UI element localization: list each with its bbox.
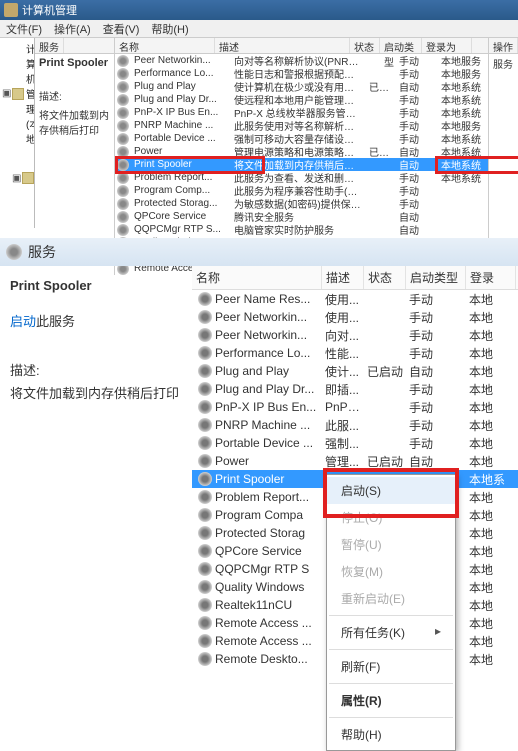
start-service-link[interactable]: 启动	[10, 314, 36, 329]
gear-icon	[117, 211, 129, 223]
col-start[interactable]: 启动类型	[380, 38, 422, 53]
gear-icon	[117, 172, 129, 184]
gear-icon	[198, 544, 212, 558]
gear-icon	[198, 580, 212, 594]
menu-help[interactable]: 帮助(H)	[151, 21, 188, 37]
gear-icon	[198, 364, 212, 378]
gear-icon	[198, 400, 212, 414]
col-logon[interactable]: 登录为	[422, 38, 472, 53]
gear-icon	[117, 55, 129, 67]
gear-icon	[117, 133, 129, 145]
gear-icon	[198, 292, 212, 306]
menu-resume: 恢复(M)	[327, 558, 455, 585]
col-status[interactable]: 状态	[350, 38, 380, 53]
menu-properties[interactable]: 属性(R)	[327, 687, 455, 714]
gear-icon	[198, 616, 212, 630]
gear-icon	[198, 652, 212, 666]
menu-sep	[329, 683, 453, 684]
detail-desc-text: 将文件加载到内存供稍后打印	[10, 383, 182, 402]
service-row[interactable]: Plug and Play使计...已启动自动本地	[192, 362, 518, 380]
menu-sep	[329, 717, 453, 718]
service-row[interactable]: Plug and Play Dr...即插...手动本地	[192, 380, 518, 398]
service-row[interactable]: PnP-X IP Bus En...PnP-...手动本地	[192, 398, 518, 416]
start-service-line: 启动此服务	[10, 311, 182, 330]
gear-icon	[198, 418, 212, 432]
nav-tree[interactable]: ▣计算机管理(本地)▣系统工具▸任务计划程序▸事件查看器▸共享文件夹▸性能设备管…	[0, 38, 35, 228]
gear-icon	[117, 159, 129, 171]
tree-node[interactable]: ▸任务计划程序	[2, 209, 32, 228]
context-menu: 启动(S) 停止(O) 暂停(U) 恢复(M) 重新启动(E) 所有任务(K)▸…	[326, 474, 456, 751]
menu-stop: 停止(O)	[327, 504, 455, 531]
gear-icon	[117, 94, 129, 106]
window-title: 计算机管理	[22, 2, 77, 18]
window-titlebar: 计算机管理	[0, 0, 518, 20]
service-row[interactable]: Power管理...已启动自动本地	[192, 452, 518, 470]
gear-icon	[117, 81, 129, 93]
service-row[interactable]: Portable Device ...强制...手动本地	[192, 434, 518, 452]
gear-icon	[198, 508, 212, 522]
gear-icon	[198, 490, 212, 504]
service-row[interactable]: PNRP Machine ...此服...手动本地	[192, 416, 518, 434]
menu-start[interactable]: 启动(S)	[327, 477, 455, 504]
start-service-suffix: 此服务	[36, 314, 75, 329]
gear-icon	[198, 454, 212, 468]
gear-icon	[117, 68, 129, 80]
gear-icon	[198, 526, 212, 540]
pane-header-services: 服务	[35, 38, 64, 53]
services-section-bar: 服务	[0, 238, 518, 266]
menu-help[interactable]: 帮助(H)	[327, 721, 455, 748]
menu-restart: 重新启动(E)	[327, 585, 455, 612]
gear-icon	[117, 198, 129, 210]
actions-panel: 服务	[489, 54, 518, 73]
gear-icon	[198, 472, 212, 486]
menu-action[interactable]: 操作(A)	[54, 21, 91, 37]
menu-sep	[329, 649, 453, 650]
actions-header: 操作	[489, 38, 518, 53]
gear-icon	[198, 310, 212, 324]
gear-icon	[117, 146, 129, 158]
detail-desc-label: 描述:	[10, 360, 182, 379]
gear-icon	[6, 244, 22, 260]
col-desc[interactable]: 描述	[215, 38, 350, 53]
gear-icon	[198, 598, 212, 612]
gear-icon	[117, 120, 129, 132]
gear-icon	[198, 382, 212, 396]
hdr-status[interactable]: 状态	[364, 266, 406, 289]
gear-icon	[198, 562, 212, 576]
gear-icon	[117, 185, 129, 197]
selected-service-title: Print Spooler	[35, 54, 114, 72]
app-icon	[4, 3, 18, 17]
hdr-logon[interactable]: 登录	[466, 266, 516, 289]
menu-all-tasks[interactable]: 所有任务(K)▸	[327, 619, 455, 646]
desc-text: 将文件加载到内存供稍后打印	[35, 105, 114, 139]
detail-service-title: Print Spooler	[10, 278, 182, 293]
gear-icon	[198, 634, 212, 648]
hdr-start[interactable]: 启动类型	[406, 266, 466, 289]
gear-icon	[198, 328, 212, 342]
tree-node[interactable]: ▣系统工具	[2, 147, 32, 209]
tree-node[interactable]: ▣计算机管理(本地)	[2, 40, 32, 147]
menu-pause: 暂停(U)	[327, 531, 455, 558]
menu-refresh[interactable]: 刷新(F)	[327, 653, 455, 680]
gear-icon	[117, 107, 129, 119]
menu-sep	[329, 615, 453, 616]
service-row[interactable]: Performance Lo...性能...手动本地	[192, 344, 518, 362]
gear-icon	[198, 436, 212, 450]
menu-bar: 文件(F) 操作(A) 查看(V) 帮助(H)	[0, 20, 518, 38]
service-row[interactable]: Peer Networkin...使用...手动本地	[192, 308, 518, 326]
chevron-right-icon: ▸	[435, 624, 441, 638]
menu-file[interactable]: 文件(F)	[6, 21, 42, 37]
col-name[interactable]: 名称	[115, 38, 215, 53]
hdr-name[interactable]: 名称	[192, 266, 322, 289]
menu-view[interactable]: 查看(V)	[103, 21, 140, 37]
services-section-title: 服务	[28, 242, 56, 262]
service-row[interactable]: Peer Name Res...使用...手动本地	[192, 290, 518, 308]
hdr-desc[interactable]: 描述	[322, 266, 364, 289]
desc-label: 描述:	[35, 86, 114, 105]
gear-icon	[198, 346, 212, 360]
service-row[interactable]: Peer Networkin...向对...手动本地	[192, 326, 518, 344]
